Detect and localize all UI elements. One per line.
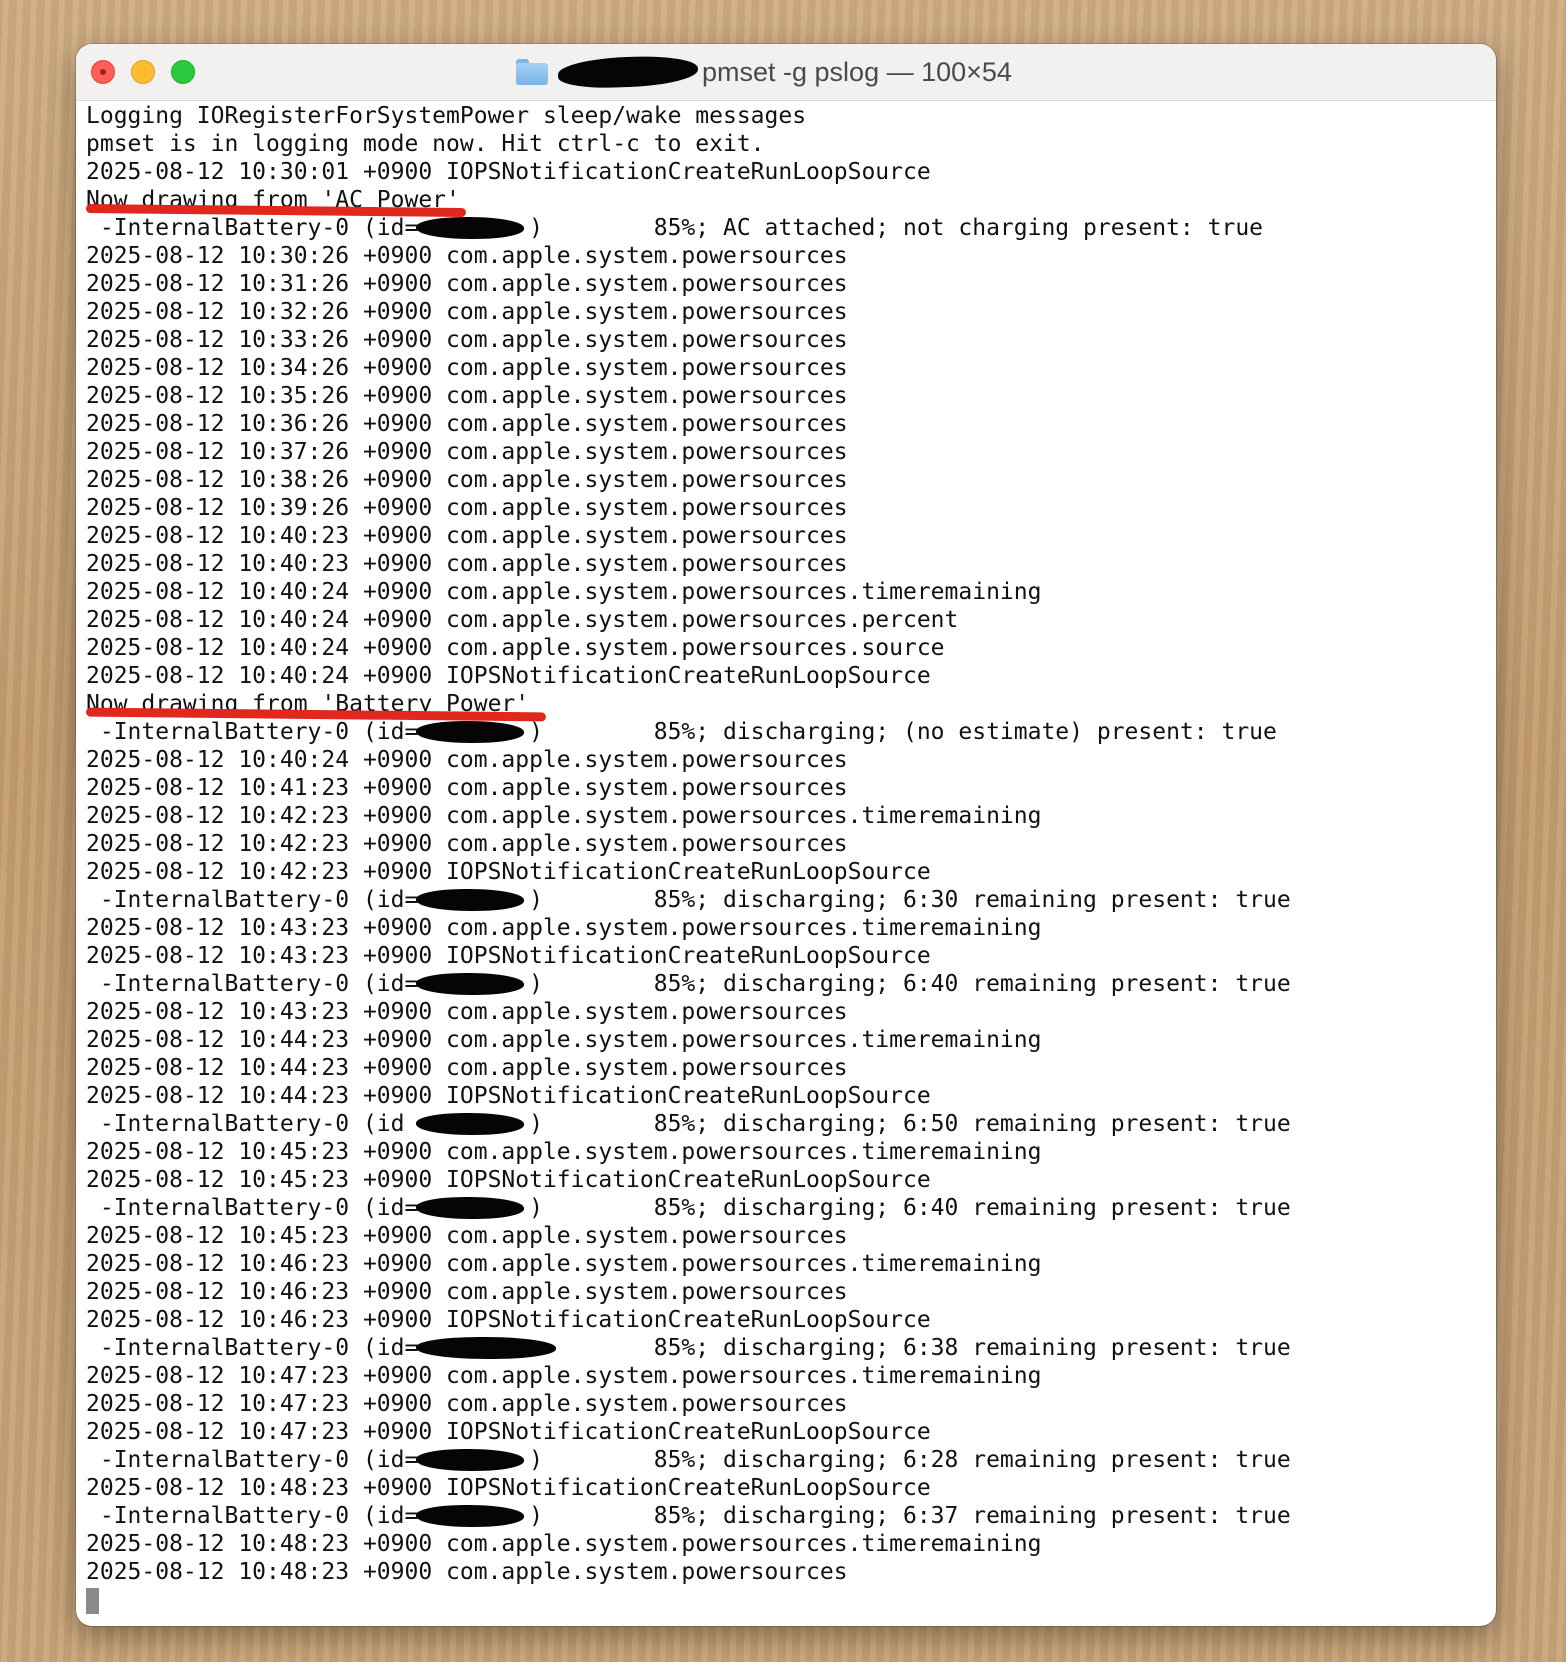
terminal-line: 2025-08-12 10:46:23 +0900 com.apple.syst… [86,1279,848,1305]
terminal-line: 2025-08-12 10:35:26 +0900 com.apple.syst… [86,383,848,409]
cursor-line [86,1586,1486,1614]
terminal-line: 2025-08-12 10:36:26 +0900 com.apple.syst… [86,411,848,437]
terminal-line: 2025-08-12 10:47:23 +0900 com.apple.syst… [86,1363,1042,1389]
terminal-line: 2025-08-12 10:45:23 +0900 IOPSNotificati… [86,1167,931,1193]
terminal-line: 2025-08-12 10:45:23 +0900 com.apple.syst… [86,1139,1042,1165]
terminal-line: 2025-08-12 10:38:26 +0900 com.apple.syst… [86,467,848,493]
redacted-battery-id [416,1449,524,1471]
terminal-line: 2025-08-12 10:40:24 +0900 com.apple.syst… [86,579,1042,605]
terminal-line: 2025-08-12 10:43:23 +0900 com.apple.syst… [86,915,1042,941]
terminal-line: pmset is in logging mode now. Hit ctrl-c… [86,131,765,157]
terminal-line: 2025-08-12 10:44:23 +0900 com.apple.syst… [86,1055,848,1081]
terminal-line: 2025-08-12 10:44:23 +0900 IOPSNotificati… [86,1083,931,1109]
redacted-battery-id [416,1505,524,1527]
terminal-line: 2025-08-12 10:39:26 +0900 com.apple.syst… [86,495,848,521]
terminal-line: Logging IORegisterForSystemPower sleep/w… [86,103,807,129]
terminal-line: 2025-08-12 10:40:24 +0900 IOPSNotificati… [86,663,931,689]
terminal-line: 2025-08-12 10:33:26 +0900 com.apple.syst… [86,327,848,353]
redacted-battery-id [416,1337,556,1359]
terminal-line: -InternalBattery-0 (id= ) 85%; AC attach… [86,215,1264,241]
terminal-line: 2025-08-12 10:37:26 +0900 com.apple.syst… [86,439,848,465]
terminal-line: -InternalBattery-0 (id= ) 85%; dischargi… [86,1447,1291,1473]
redacted-folder-name [557,54,699,90]
terminal-line: 2025-08-12 10:46:23 +0900 com.apple.syst… [86,1251,1042,1277]
redacted-battery-id [416,721,524,743]
terminal-line: -InternalBattery-0 (id ) 85%; dischargin… [86,1111,1291,1137]
terminal-line: 2025-08-12 10:48:23 +0900 IOPSNotificati… [86,1475,931,1501]
terminal-line: 2025-08-12 10:48:23 +0900 com.apple.syst… [86,1559,848,1585]
terminal-line: 2025-08-12 10:47:23 +0900 IOPSNotificati… [86,1419,931,1445]
redacted-battery-id [416,217,524,239]
terminal-line: -InternalBattery-0 (id= 85%; discharging… [86,1335,1291,1361]
terminal-line: 2025-08-12 10:43:23 +0900 IOPSNotificati… [86,943,931,969]
terminal-line: 2025-08-12 10:40:24 +0900 com.apple.syst… [86,635,945,661]
window-title-text: pmset -g pslog — 100×54 [702,56,1012,87]
redacted-battery-id [416,1197,524,1219]
terminal-output[interactable]: Logging IORegisterForSystemPower sleep/w… [85,102,1486,1626]
terminal-line: 2025-08-12 10:30:01 +0900 IOPSNotificati… [86,159,931,185]
terminal-line: Now drawing from 'Battery Power' [85,690,1486,722]
terminal-line: -InternalBattery-0 (id= ) 85%; dischargi… [86,1503,1291,1529]
terminal-line: 2025-08-12 10:42:23 +0900 com.apple.syst… [86,831,848,857]
close-button[interactable] [91,60,115,84]
minimize-button[interactable] [131,60,155,84]
redacted-battery-id [416,973,524,995]
terminal-line: 2025-08-12 10:40:23 +0900 com.apple.syst… [86,551,848,577]
terminal-line: 2025-08-12 10:44:23 +0900 com.apple.syst… [86,1027,1042,1053]
terminal-line: 2025-08-12 10:46:23 +0900 IOPSNotificati… [86,1307,931,1333]
terminal-window: pmset -g pslog — 100×54 Logging IORegist… [76,44,1496,1626]
terminal-line: 2025-08-12 10:41:23 +0900 com.apple.syst… [86,775,848,801]
terminal-line: 2025-08-12 10:31:26 +0900 com.apple.syst… [86,271,848,297]
terminal-line: 2025-08-12 10:45:23 +0900 com.apple.syst… [86,1223,848,1249]
window-title: pmset -g pslog — 100×54 [516,54,1012,90]
zoom-button[interactable] [171,60,195,84]
terminal-line: 2025-08-12 10:34:26 +0900 com.apple.syst… [86,355,848,381]
terminal-line: 2025-08-12 10:42:23 +0900 com.apple.syst… [86,803,1042,829]
terminal-line: 2025-08-12 10:30:26 +0900 com.apple.syst… [86,243,848,269]
terminal-line: Now drawing from 'AC Power' [85,186,1486,217]
terminal-line: -InternalBattery-0 (id= ) 85%; dischargi… [86,971,1291,997]
terminal-line: 2025-08-12 10:43:23 +0900 com.apple.syst… [86,999,848,1025]
folder-icon [516,59,548,85]
terminal-line: 2025-08-12 10:32:26 +0900 com.apple.syst… [86,299,848,325]
terminal-line: 2025-08-12 10:42:23 +0900 IOPSNotificati… [86,859,931,885]
redacted-battery-id [416,1113,524,1135]
terminal-line: 2025-08-12 10:40:23 +0900 com.apple.syst… [86,523,848,549]
title-bar[interactable]: pmset -g pslog — 100×54 [76,44,1496,101]
terminal-line: 2025-08-12 10:40:24 +0900 com.apple.syst… [86,607,959,633]
terminal-line: 2025-08-12 10:40:24 +0900 com.apple.syst… [86,747,848,773]
redacted-battery-id [416,889,524,911]
terminal-line: 2025-08-12 10:47:23 +0900 com.apple.syst… [86,1391,848,1417]
terminal-line: -InternalBattery-0 (id= ) 85%; dischargi… [86,719,1277,745]
terminal-line: -InternalBattery-0 (id= ) 85%; dischargi… [86,1195,1291,1221]
terminal-line: -InternalBattery-0 (id= ) 85%; dischargi… [86,887,1291,913]
terminal-line: 2025-08-12 10:48:23 +0900 com.apple.syst… [86,1531,1042,1557]
terminal-cursor [86,1587,99,1614]
